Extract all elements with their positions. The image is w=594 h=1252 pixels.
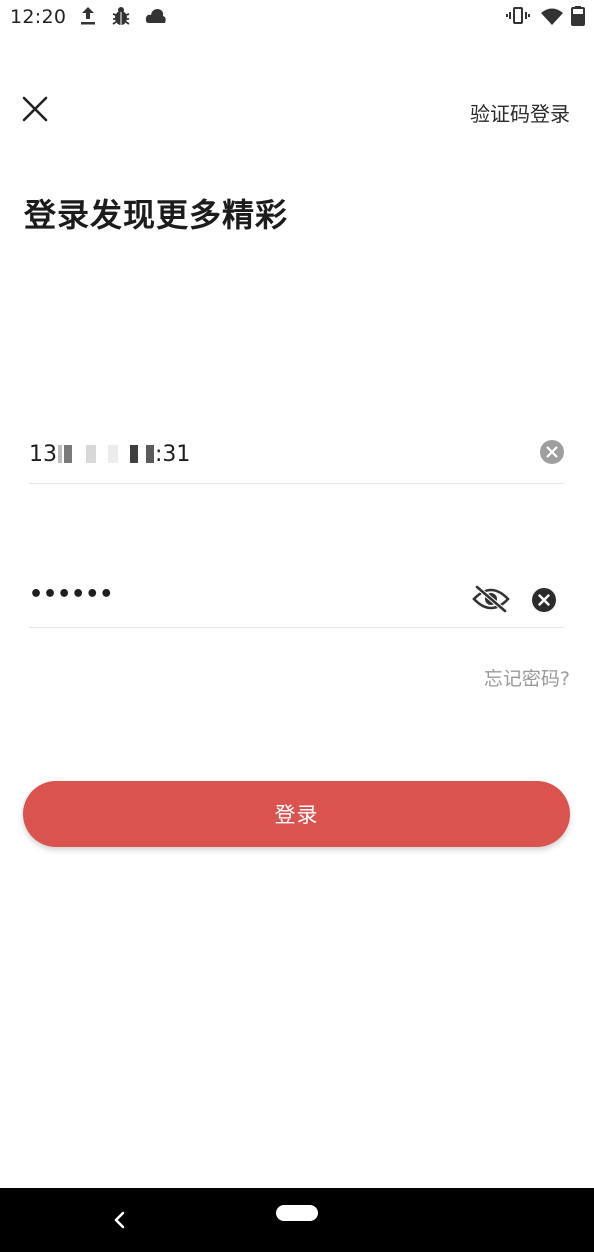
- status-time: 12:20: [10, 6, 67, 28]
- forgot-password-link[interactable]: 忘记密码?: [484, 664, 570, 691]
- navigation-bar: [0, 1188, 594, 1252]
- phone-value: 13 :31: [29, 440, 190, 468]
- phone-suffix: :31: [155, 441, 191, 467]
- phone-prefix: 13: [29, 441, 57, 467]
- masked-digits: [108, 445, 118, 463]
- login-button[interactable]: 登录: [23, 781, 570, 847]
- masked-digits: [146, 445, 154, 463]
- sms-code-login-link[interactable]: 验证码登录: [470, 98, 570, 127]
- masked-digits: [58, 445, 62, 463]
- back-chevron-icon: [114, 1211, 125, 1229]
- close-button[interactable]: [18, 92, 52, 126]
- password-visibility-toggle[interactable]: [472, 584, 510, 614]
- back-button[interactable]: [110, 1210, 130, 1230]
- masked-digits: [98, 445, 106, 463]
- page-title: 登录发现更多精彩: [24, 196, 289, 234]
- password-field[interactable]: ••••••: [29, 568, 564, 628]
- clear-password-button[interactable]: [532, 588, 556, 612]
- masked-digits: [86, 445, 96, 463]
- clear-circle-icon: [532, 588, 556, 612]
- wifi-icon: [540, 5, 564, 31]
- masked-digits: [130, 445, 138, 463]
- masked-digits: [74, 445, 84, 463]
- masked-digits: [140, 445, 144, 463]
- login-screen: 12:20 验证码登录 登录发现更多精彩 13:31 •••••• 忘记密码?…: [0, 0, 594, 1252]
- clear-circle-icon: [540, 440, 564, 464]
- masked-digits: [120, 445, 128, 463]
- status-bar: 12:20: [0, 0, 594, 34]
- bug-icon: [110, 5, 132, 31]
- eye-off-icon: [472, 585, 510, 613]
- vibrate-icon: [506, 5, 530, 31]
- phone-field[interactable]: 13 :31: [29, 420, 564, 484]
- battery-icon: [571, 5, 585, 31]
- upload-icon: [78, 5, 98, 31]
- cloud-icon: [144, 5, 168, 31]
- masked-digits: [64, 445, 72, 463]
- home-pill-icon[interactable]: [276, 1205, 318, 1221]
- close-icon: [22, 96, 48, 122]
- password-value: ••••••: [29, 582, 114, 607]
- clear-phone-button[interactable]: [540, 440, 564, 464]
